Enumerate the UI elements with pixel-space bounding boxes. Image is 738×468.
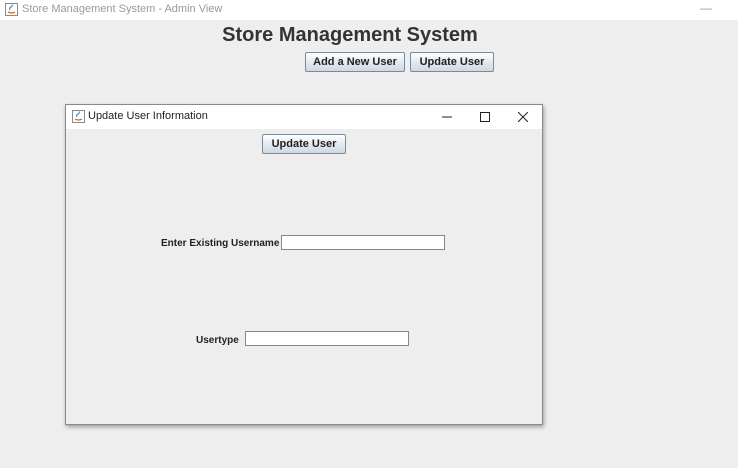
maximize-icon: [480, 112, 490, 122]
username-label: Enter Existing Username: [161, 238, 280, 249]
username-input[interactable]: [281, 235, 445, 250]
dialog-title: Update User Information: [88, 110, 208, 122]
add-new-user-button[interactable]: Add a New User: [305, 52, 405, 72]
dialog-update-user-button[interactable]: Update User: [262, 134, 346, 154]
java-app-icon: [72, 110, 85, 123]
minimize-icon: [442, 116, 452, 118]
dialog-close-button[interactable]: [504, 105, 542, 129]
page-title: Store Management System: [0, 24, 700, 47]
dialog-titlebar: Update User Information: [66, 105, 542, 129]
page-title-text: Store Management System: [222, 24, 478, 46]
update-user-dialog: Update User Information Update User Ente…: [65, 104, 543, 425]
close-icon: [518, 112, 528, 122]
update-user-button[interactable]: Update User: [410, 52, 494, 72]
dialog-maximize-button[interactable]: [466, 105, 504, 129]
dialog-minimize-button[interactable]: [428, 105, 466, 129]
main-window-titlebar: Store Management System - Admin View —: [0, 0, 738, 20]
main-window-title: Store Management System - Admin View: [22, 3, 223, 15]
usertype-input[interactable]: [245, 331, 409, 346]
java-app-icon: [5, 3, 18, 16]
usertype-label: Usertype: [196, 335, 239, 346]
minimize-icon[interactable]: —: [700, 1, 712, 15]
